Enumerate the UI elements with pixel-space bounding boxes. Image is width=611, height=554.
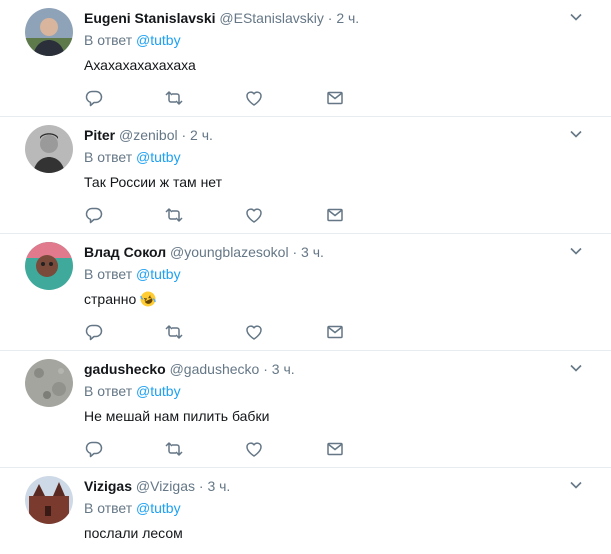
tweet[interactable]: Vizigas @Vizigas · 3 ч. В ответ @tutby п…: [0, 468, 611, 554]
separator: ·: [181, 127, 187, 143]
tweet-actions: [84, 322, 384, 342]
tweet-header: Vizigas @Vizigas · 3 ч.: [84, 477, 230, 495]
reply-label: В ответ: [84, 383, 133, 399]
chevron-down-icon[interactable]: [569, 127, 583, 141]
tweet-text: Ахахахахахахаха: [84, 57, 196, 73]
tweet-actions: [84, 205, 384, 225]
tweet-header: Eugeni Stanislavski @EStanislavskiy · 2 …: [84, 9, 359, 27]
display-name[interactable]: Piter: [84, 127, 115, 143]
mention-link[interactable]: @tutby: [136, 500, 181, 516]
display-name[interactable]: Влад Сокол: [84, 244, 166, 260]
timestamp[interactable]: 3 ч.: [207, 478, 230, 494]
user-handle[interactable]: @youngblazesokol: [170, 244, 289, 260]
message-icon[interactable]: [325, 88, 345, 108]
reply-label: В ответ: [84, 149, 133, 165]
avatar[interactable]: [25, 8, 73, 56]
tweet-actions: [84, 439, 384, 459]
display-name[interactable]: Eugeni Stanislavski: [84, 10, 216, 26]
avatar[interactable]: [25, 359, 73, 407]
reply-context: В ответ @tutby: [84, 148, 181, 166]
tweet-text: Не мешай нам пилить бабки: [84, 408, 270, 424]
timestamp[interactable]: 3 ч.: [301, 244, 324, 260]
avatar[interactable]: [25, 125, 73, 173]
separator: ·: [263, 361, 268, 377]
tweet-text: послали лесом: [84, 525, 183, 541]
like-icon[interactable]: [244, 88, 264, 108]
reply-label: В ответ: [84, 500, 133, 516]
user-handle[interactable]: @EStanislavskiy: [219, 10, 323, 26]
mention-link[interactable]: @tutby: [136, 266, 181, 282]
reply-context: В ответ @tutby: [84, 31, 181, 49]
retweet-icon[interactable]: [164, 439, 184, 459]
mention-link[interactable]: @tutby: [136, 32, 181, 48]
tweet-header: Влад Сокол @youngblazesokol · 3 ч.: [84, 243, 324, 261]
reply-context: В ответ @tutby: [84, 499, 181, 517]
message-icon[interactable]: [325, 322, 345, 342]
timestamp[interactable]: 2 ч.: [336, 10, 359, 26]
timestamp[interactable]: 3 ч.: [272, 361, 295, 377]
tweet-text: Так России ж там нет: [84, 174, 223, 190]
tweet[interactable]: gadushecko @gadushecko · 3 ч. В ответ @t…: [0, 351, 611, 468]
chevron-down-icon[interactable]: [569, 361, 583, 375]
tweet-text: странно: [84, 289, 156, 309]
replies-feed: Eugeni Stanislavski @EStanislavskiy · 2 …: [0, 0, 611, 554]
retweet-icon[interactable]: [164, 322, 184, 342]
reply-icon[interactable]: [84, 205, 104, 225]
message-icon[interactable]: [325, 205, 345, 225]
chevron-down-icon[interactable]: [569, 10, 583, 24]
display-name[interactable]: gadushecko: [84, 361, 166, 377]
mention-link[interactable]: @tutby: [136, 149, 181, 165]
tweet[interactable]: Влад Сокол @youngblazesokol · 3 ч. В отв…: [0, 234, 611, 351]
separator: ·: [292, 244, 298, 260]
tweet[interactable]: Piter @zenibol · 2 ч. В ответ @tutby Так…: [0, 117, 611, 234]
tweet-header: Piter @zenibol · 2 ч.: [84, 126, 213, 144]
like-icon[interactable]: [244, 439, 264, 459]
chevron-down-icon[interactable]: [569, 478, 583, 492]
tweet-actions: [84, 88, 384, 108]
mention-link[interactable]: @tutby: [136, 383, 181, 399]
chevron-down-icon[interactable]: [569, 244, 583, 258]
user-handle[interactable]: @Vizigas: [136, 478, 195, 494]
tweet[interactable]: Eugeni Stanislavski @EStanislavskiy · 2 …: [0, 0, 611, 117]
reply-icon[interactable]: [84, 439, 104, 459]
reply-label: В ответ: [84, 266, 133, 282]
message-icon[interactable]: [325, 439, 345, 459]
display-name[interactable]: Vizigas: [84, 478, 132, 494]
reply-label: В ответ: [84, 32, 133, 48]
reply-icon[interactable]: [84, 322, 104, 342]
retweet-icon[interactable]: [164, 88, 184, 108]
like-icon[interactable]: [244, 205, 264, 225]
avatar[interactable]: [25, 242, 73, 290]
user-handle[interactable]: @zenibol: [119, 127, 178, 143]
reply-context: В ответ @tutby: [84, 265, 181, 283]
retweet-icon[interactable]: [164, 205, 184, 225]
reply-context: В ответ @tutby: [84, 382, 181, 400]
tweet-header: gadushecko @gadushecko · 3 ч.: [84, 360, 295, 378]
user-handle[interactable]: @gadushecko: [170, 361, 260, 377]
separator: ·: [327, 10, 333, 26]
timestamp[interactable]: 2 ч.: [190, 127, 213, 143]
tweet-text-content: странно: [84, 291, 137, 307]
separator: ·: [198, 478, 204, 494]
avatar[interactable]: [25, 476, 73, 524]
like-icon[interactable]: [244, 322, 264, 342]
reply-icon[interactable]: [84, 88, 104, 108]
rolling-on-floor-laughing-emoji: [140, 291, 156, 307]
